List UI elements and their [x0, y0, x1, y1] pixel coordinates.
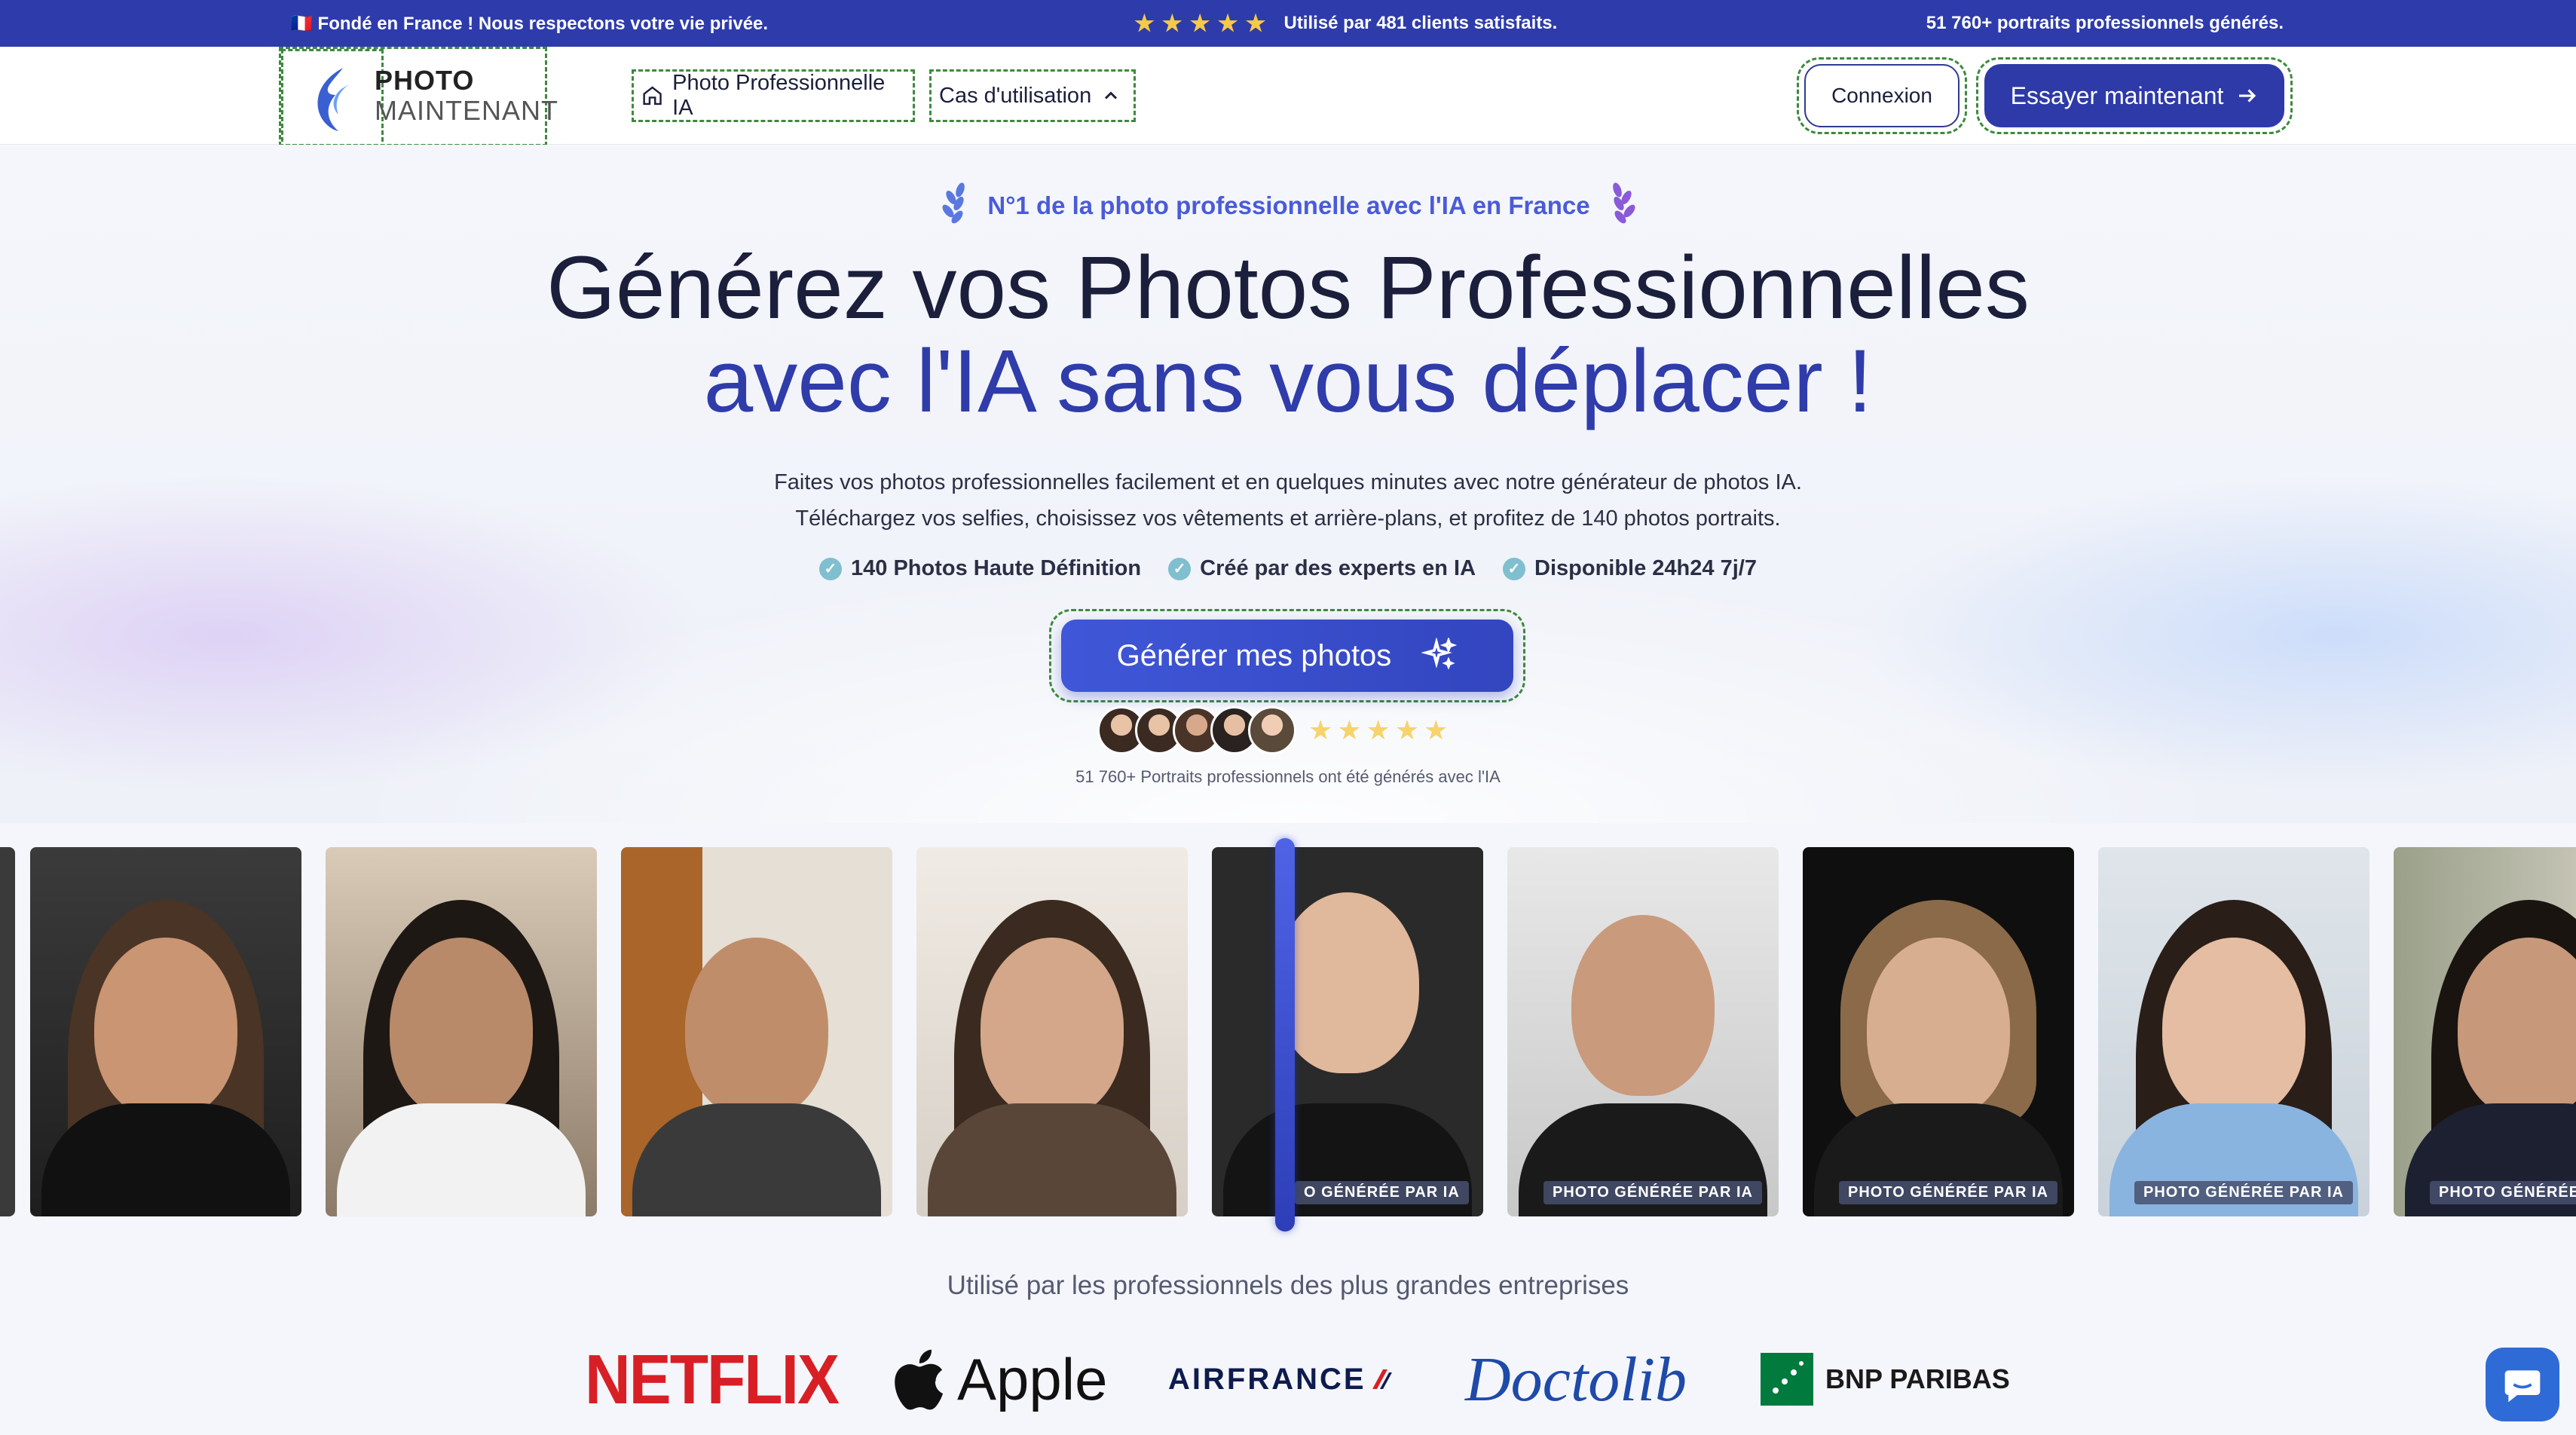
- cta-wrapper: Générer mes photos: [1049, 609, 1525, 702]
- nav-label: Cas d'utilisation: [939, 83, 1092, 108]
- portraits-count-text: 51 760+ portraits professionnels générés…: [1926, 13, 2284, 33]
- chat-widget-button[interactable]: [2486, 1348, 2559, 1421]
- gallery-photo: [621, 847, 892, 1216]
- check-icon: ✓: [1503, 557, 1526, 580]
- try-now-button[interactable]: Essayer maintenant: [1984, 64, 2284, 127]
- apple-icon: [895, 1349, 944, 1410]
- gallery-photo: PHOTO GÉNÉRÉE PAR IA: [2098, 847, 2369, 1216]
- star-rating-icon: ★★★★★: [1308, 714, 1453, 746]
- nav-use-cases[interactable]: Cas d'utilisation: [929, 69, 1136, 122]
- login-button[interactable]: Connexion: [1804, 64, 1960, 127]
- logo-wordmark: PHOTO MAINTENANT: [375, 66, 558, 126]
- ranking-badge: N°1 de la photo professionnelle avec l'I…: [935, 179, 1643, 232]
- chevron-up-icon: [1105, 91, 1118, 99]
- gallery-photo: PHOTO GÉNÉRÉE P: [2394, 847, 2576, 1216]
- airfrance-logo: AIRFRANCE: [1168, 1334, 1394, 1424]
- gallery-photo: PHOTO GÉNÉRÉE PAR IA: [1507, 847, 1779, 1216]
- social-proof-text: 51 760+ Portraits professionnels ont été…: [1075, 767, 1501, 786]
- ai-generated-label: O GÉNÉRÉE PAR IA: [1295, 1181, 1469, 1204]
- feature-item: ✓ Créé par des experts en IA: [1168, 556, 1476, 581]
- airfrance-stripe-icon: [1372, 1369, 1392, 1389]
- generate-photos-label: Générer mes photos: [1116, 638, 1392, 672]
- doctolib-logo: Doctolib: [1465, 1344, 1687, 1415]
- airfrance-wordmark: AIRFRANCE: [1168, 1362, 1366, 1396]
- site-logo-link[interactable]: PHOTO MAINTENANT: [279, 47, 558, 148]
- gallery-photo: O GÉNÉRÉE PAR IA: [1212, 847, 1483, 1216]
- apple-logo: Apple: [886, 1334, 1108, 1424]
- arrow-right-icon: [2239, 89, 2256, 102]
- feature-item: ✓ 140 Photos Haute Définition: [819, 556, 1141, 581]
- ai-generated-label: PHOTO GÉNÉRÉE P: [2430, 1181, 2576, 1204]
- feature-list: ✓ 140 Photos Haute Définition ✓ Créé par…: [0, 556, 2576, 581]
- gallery-photo: [0, 847, 15, 1216]
- bnp-stars-icon: [1761, 1353, 1813, 1406]
- hero-title-line1: Générez vos Photos Professionnelles: [546, 238, 2030, 338]
- apple-wordmark: Apple: [957, 1345, 1108, 1412]
- nav-label: Photo Professionnelle IA: [672, 71, 886, 120]
- feature-label: 140 Photos Haute Définition: [851, 556, 1142, 580]
- gallery-photo: [326, 847, 597, 1216]
- try-now-label: Essayer maintenant: [2010, 81, 2224, 109]
- generate-photos-button[interactable]: Générer mes photos: [1061, 620, 1513, 692]
- gallery-photo: [30, 847, 301, 1216]
- social-proof: ★★★★★: [1097, 704, 1452, 757]
- hero-title-line2: avec l'IA sans vous déplacer !: [703, 332, 1873, 431]
- logo-line1: PHOTO: [375, 65, 475, 96]
- feature-label: Créé par des experts en IA: [1200, 556, 1476, 580]
- star-rating-icon: ★★★★★: [1134, 11, 1274, 36]
- check-icon: ✓: [1168, 557, 1192, 580]
- customer-avatar: [1248, 706, 1296, 754]
- bnp-paribas-logo: BNP PARIBAS: [1761, 1334, 2010, 1424]
- home-icon: [643, 86, 662, 106]
- logo-line2: MAINTENANT: [375, 95, 558, 126]
- nav-photo-pro-ia[interactable]: Photo Professionnelle IA: [632, 69, 915, 122]
- login-button-wrapper: Connexion: [1797, 57, 1967, 134]
- company-logos: NETFLIX Apple AIRFRANCE Doctolib BNP PAR…: [0, 1334, 2576, 1424]
- bnp-wordmark: BNP PARIBAS: [1825, 1363, 2010, 1394]
- ai-generated-label: PHOTO GÉNÉRÉE PAR IA: [1543, 1181, 1762, 1204]
- hero-subtitle: Faites vos photos professionnelles facil…: [0, 464, 2576, 537]
- flame-logo-icon: [281, 49, 384, 148]
- privacy-notice: 🇫🇷 Fondé en France ! Nous respectons vot…: [290, 13, 769, 34]
- feature-label: Disponible 24h24 7j/7: [1534, 556, 1757, 580]
- gallery-photo: [916, 847, 1188, 1216]
- trusted-by-heading: Utilisé par les professionnels des plus …: [947, 1271, 1629, 1300]
- feature-item: ✓ Disponible 24h24 7j/7: [1503, 556, 1757, 581]
- rating-summary: ★★★★★ Utilisé par 481 clients satisfaits…: [1134, 11, 1557, 37]
- laurel-right-icon: [1612, 182, 1635, 224]
- check-icon: ✓: [819, 557, 843, 580]
- before-after-slider-handle[interactable]: [1275, 838, 1295, 1232]
- hero-subtitle-line1: Faites vos photos professionnelles facil…: [774, 470, 1802, 494]
- top-announcement-bar: 🇫🇷 Fondé en France ! Nous respectons vot…: [0, 0, 2576, 47]
- ai-generated-label: PHOTO GÉNÉRÉE PAR IA: [2134, 1181, 2353, 1204]
- chat-bubble-icon: [2504, 1370, 2541, 1403]
- ai-generated-label: PHOTO GÉNÉRÉE PAR IA: [1839, 1181, 2057, 1204]
- sparkles-icon: [1421, 638, 1458, 670]
- laurel-left-icon: [942, 182, 965, 224]
- try-button-wrapper: Essayer maintenant: [1976, 57, 2293, 134]
- ranking-badge-text: N°1 de la photo professionnelle avec l'I…: [987, 191, 1590, 219]
- netflix-logo: NETFLIX: [585, 1339, 840, 1418]
- site-header: PHOTO MAINTENANT Photo Professionnelle I…: [0, 47, 2576, 148]
- gallery-photo: PHOTO GÉNÉRÉE PAR IA: [1803, 847, 2074, 1216]
- clients-count-text: Utilisé par 481 clients satisfaits.: [1283, 13, 1558, 33]
- hero-title: Générez vos Photos Professionnelles avec…: [0, 241, 2576, 428]
- hero-subtitle-line2: Téléchargez vos selfies, choisissez vos …: [795, 506, 1781, 531]
